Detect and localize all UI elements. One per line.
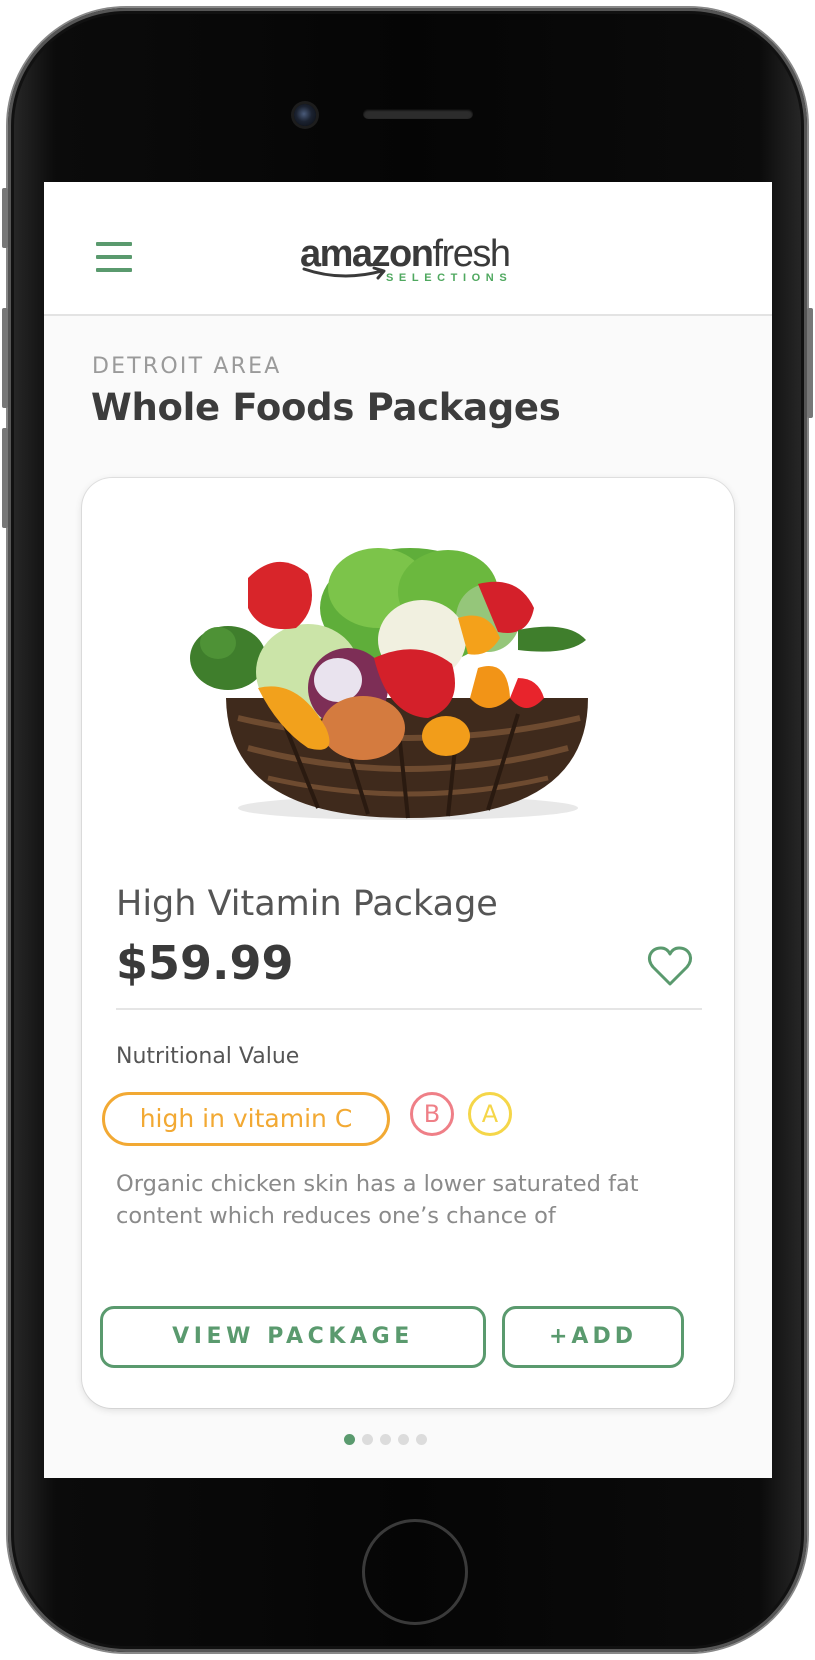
page-title: Whole Foods Packages (91, 386, 561, 429)
nutrition-label: Nutritional Value (116, 1044, 300, 1069)
pager-dot[interactable] (344, 1434, 355, 1445)
heart-icon[interactable] (646, 944, 694, 988)
nutrition-tag[interactable]: high in vitamin C (102, 1092, 390, 1146)
app-screen: amazonfresh SELECTIONS DETROIT AREA Whol… (44, 182, 772, 1478)
earpiece-speaker (363, 109, 473, 119)
grade-b-badge: B (410, 1092, 454, 1136)
vegetable-basket-image (190, 548, 588, 820)
amazonfresh-logo[interactable]: amazonfresh SELECTIONS (300, 232, 520, 292)
add-to-cart-button[interactable]: +ADD (502, 1306, 684, 1368)
pager-dot[interactable] (380, 1434, 391, 1445)
area-label: DETROIT AREA (92, 354, 282, 379)
power-button (807, 308, 813, 418)
pager-dot[interactable] (416, 1434, 427, 1445)
product-card[interactable]: High Vitamin Package $59.99 Nutritional … (82, 478, 734, 1408)
hamburger-menu-icon[interactable] (96, 242, 132, 274)
view-package-button[interactable]: VIEW PACKAGE (100, 1306, 486, 1368)
front-camera (294, 104, 316, 126)
mute-switch (2, 188, 8, 248)
pager-dot[interactable] (362, 1434, 373, 1445)
card-divider (116, 1008, 702, 1010)
product-price: $59.99 (116, 936, 294, 990)
amazon-smile-icon (302, 266, 386, 280)
logo-tagline: SELECTIONS (386, 272, 513, 284)
product-name: High Vitamin Package (116, 884, 498, 924)
home-button[interactable] (362, 1519, 468, 1625)
volume-up-button (2, 308, 8, 408)
pager-dot[interactable] (398, 1434, 409, 1445)
volume-down-button (2, 428, 8, 528)
grade-a-badge: A (468, 1092, 512, 1136)
app-header: amazonfresh SELECTIONS (44, 182, 772, 316)
product-description: Organic chicken skin has a lower saturat… (116, 1171, 639, 1229)
